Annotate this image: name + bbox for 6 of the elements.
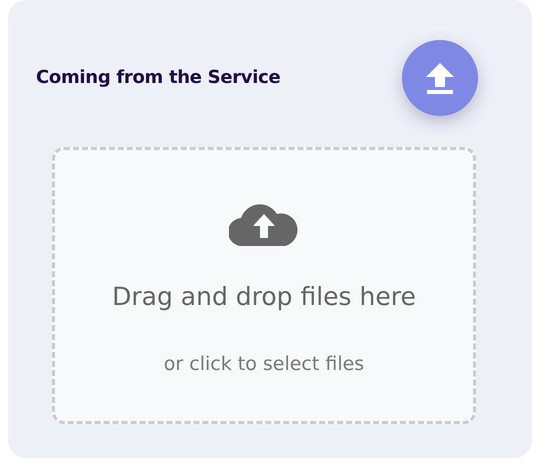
cloud-upload-icon [229,202,299,246]
panel-title: Coming from the Service [36,67,280,89]
drop-zone[interactable]: Drag and drop files here or click to select files [52,147,476,424]
upload-icon [424,61,456,95]
drop-zone-heading: Drag and drop files here [112,281,416,313]
drop-zone-hint: or click to select files [164,352,364,376]
